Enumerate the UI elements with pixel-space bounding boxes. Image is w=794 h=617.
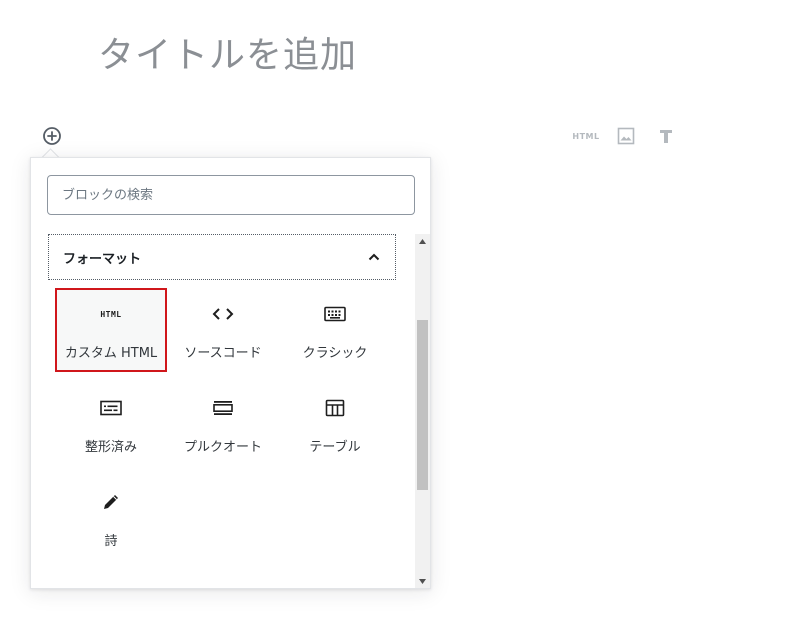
image-icon bbox=[617, 127, 635, 145]
text-t-icon bbox=[660, 130, 672, 143]
scroll-down-arrow-icon[interactable] bbox=[415, 574, 430, 588]
block-item-pullquote[interactable]: プルクオート bbox=[167, 382, 279, 466]
table-icon bbox=[325, 396, 345, 420]
block-inserter-popover: フォーマット HTML カスタム HTML ソースコード bbox=[30, 157, 431, 589]
block-item-label: ソースコード bbox=[184, 346, 262, 361]
plus-circle-icon bbox=[43, 127, 61, 145]
preformatted-icon bbox=[100, 396, 122, 420]
chevron-up-icon bbox=[365, 248, 383, 266]
block-item-label: プルクオート bbox=[183, 440, 262, 455]
keyboard-icon bbox=[324, 302, 346, 326]
quick-add-image-button[interactable] bbox=[614, 124, 638, 148]
post-title-placeholder[interactable]: タイトルを追加 bbox=[98, 30, 357, 82]
block-list-scroll-area: フォーマット HTML カスタム HTML ソースコード クラシック 整形済み … bbox=[47, 232, 417, 589]
block-item-preformatted[interactable]: 整形済み bbox=[55, 382, 167, 466]
panel-toggle-formatting[interactable]: フォーマット bbox=[48, 234, 396, 280]
block-item-label: 詩 bbox=[104, 534, 118, 549]
scroll-up-arrow-icon[interactable] bbox=[415, 234, 430, 248]
quick-add-paragraph-button[interactable] bbox=[655, 124, 677, 148]
pen-icon bbox=[101, 490, 121, 514]
block-item-label: クラシック bbox=[302, 346, 368, 361]
scrollbar-thumb[interactable] bbox=[417, 320, 428, 490]
block-item-code[interactable]: ソースコード bbox=[167, 288, 279, 372]
html-icon: HTML bbox=[572, 131, 600, 141]
pullquote-icon bbox=[212, 396, 234, 420]
block-search-input[interactable] bbox=[47, 175, 415, 215]
block-item-classic[interactable]: クラシック bbox=[279, 288, 391, 372]
quick-add-html-button[interactable]: HTML bbox=[572, 124, 600, 148]
block-item-custom-html[interactable]: HTML カスタム HTML bbox=[55, 288, 167, 372]
html-icon: HTML bbox=[100, 309, 122, 319]
block-item-table[interactable]: テーブル bbox=[279, 382, 391, 466]
code-icon bbox=[212, 302, 234, 326]
block-item-label: 整形済み bbox=[84, 440, 137, 455]
block-item-verse[interactable]: 詩 bbox=[55, 476, 167, 560]
block-item-label: テーブル bbox=[309, 440, 361, 455]
add-block-button[interactable] bbox=[40, 124, 64, 148]
scrollbar[interactable] bbox=[415, 234, 430, 588]
block-item-label: カスタム HTML bbox=[64, 346, 158, 361]
panel-title: フォーマット bbox=[63, 251, 142, 267]
